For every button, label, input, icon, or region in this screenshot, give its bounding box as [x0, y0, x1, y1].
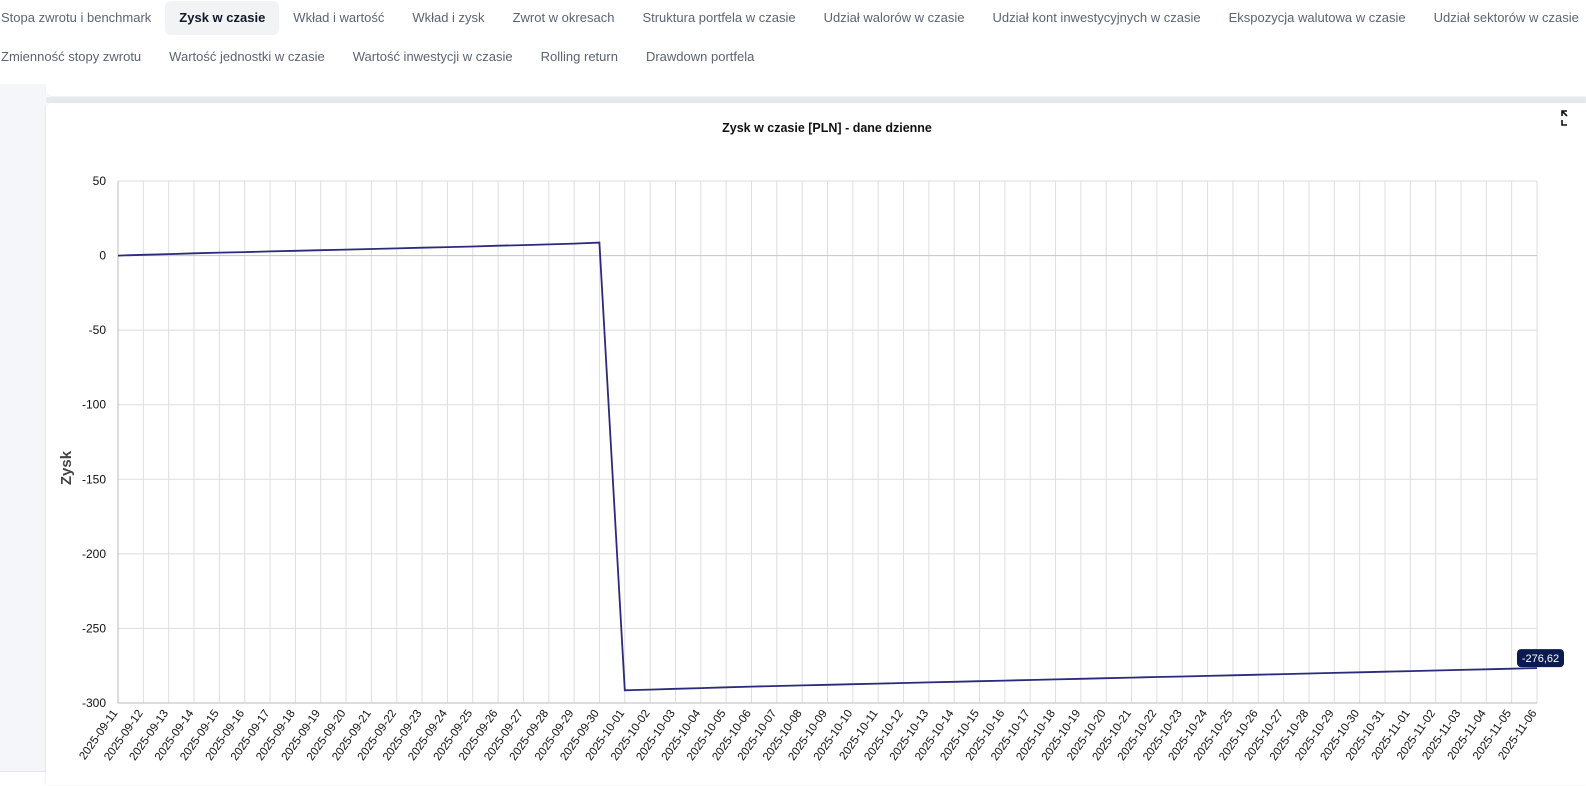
tab-row1-2[interactable]: Wkład i wartość	[279, 1, 398, 35]
tab-row1-4[interactable]: Zwrot w okresach	[499, 1, 629, 35]
tab-row2-1[interactable]: Wartość jednostki w czasie	[155, 40, 339, 74]
tab-row1-3[interactable]: Wkład i zysk	[398, 1, 498, 35]
tab-row1-9[interactable]: Udział sektorów w czasie	[1420, 1, 1586, 35]
tab-row1-0[interactable]: Stopa zwrotu i benchmark	[0, 1, 165, 35]
tab-row1-6[interactable]: Udział walorów w czasie	[810, 1, 979, 35]
previous-panel	[46, 84, 1586, 96]
tab-row1-7[interactable]: Udział kont inwestycyjnych w czasie	[979, 1, 1215, 35]
tab-row1-8[interactable]: Ekspozycja walutowa w czasie	[1215, 1, 1420, 35]
tab-row2-0[interactable]: Zmienność stopy zwrotu	[0, 40, 155, 74]
tab-row1-5[interactable]: Struktura portfela w czasie	[628, 1, 809, 35]
chart-tabs: Stopa zwrotu i benchmark Zysk w czasie Wkł…	[0, 0, 1586, 85]
expand-icon[interactable]	[1560, 109, 1576, 127]
chart-card	[46, 103, 1586, 785]
sidebar	[0, 84, 46, 785]
tab-row2-2[interactable]: Wartość inwestycji w czasie	[339, 40, 527, 74]
tab-row-2: Zmienność stopy zwrotu Wartość jednostki …	[0, 39, 768, 75]
tab-row-1: Stopa zwrotu i benchmark Zysk w czasie Wkł…	[0, 0, 1586, 36]
tab-row2-3[interactable]: Rolling return	[527, 40, 632, 74]
tab-row1-1[interactable]: Zysk w czasie	[165, 1, 280, 35]
tab-row2-4[interactable]: Drawdown portfela	[632, 40, 768, 74]
